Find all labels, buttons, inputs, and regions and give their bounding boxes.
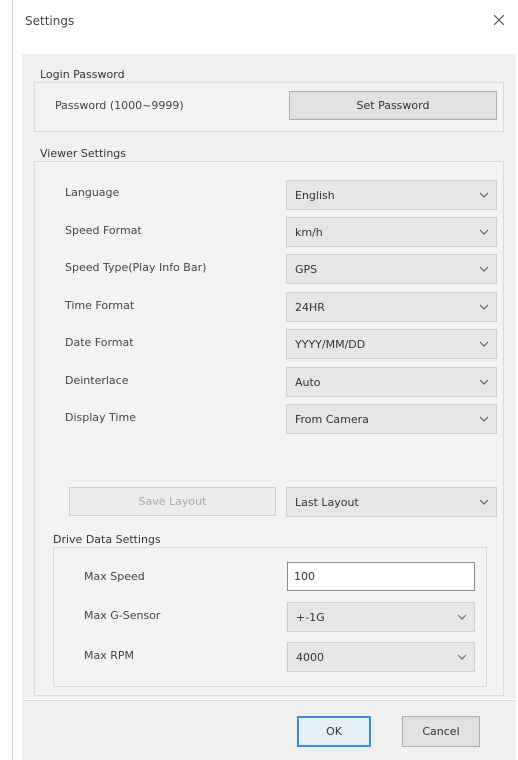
display-time-label: Display Time	[65, 411, 136, 424]
deinterlace-select[interactable]: Auto	[286, 367, 497, 397]
time-format-select[interactable]: 24HR	[286, 292, 497, 322]
date-format-select[interactable]: YYYY/MM/DD	[286, 329, 497, 359]
password-label: Password (1000~9999)	[55, 99, 184, 112]
language-select[interactable]: English	[286, 180, 497, 210]
deinterlace-label: Deinterlace	[65, 374, 129, 387]
max-rpm-label: Max RPM	[84, 649, 135, 662]
drive-data-section-title: Drive Data Settings	[53, 533, 161, 546]
ok-button[interactable]: OK	[297, 716, 371, 747]
chevron-down-icon	[479, 229, 489, 235]
time-format-label: Time Format	[65, 299, 135, 312]
chevron-down-icon	[457, 654, 467, 660]
viewer-settings-group: Language English Speed Format km/h Speed…	[34, 161, 504, 696]
chevron-down-icon	[457, 614, 467, 620]
max-rpm-select[interactable]: 4000	[287, 642, 475, 672]
cancel-button[interactable]: Cancel	[402, 716, 480, 747]
dialog-body: Login Password Password (1000~9999) Set …	[22, 54, 516, 699]
speed-format-select[interactable]: km/h	[286, 217, 497, 247]
chevron-down-icon	[479, 416, 489, 422]
max-speed-label: Max Speed	[84, 570, 145, 583]
language-label: Language	[65, 186, 120, 199]
close-button[interactable]	[488, 9, 510, 31]
speed-type-select[interactable]: GPS	[286, 254, 497, 284]
max-gsensor-select[interactable]: +-1G	[287, 602, 475, 632]
chevron-down-icon	[479, 304, 489, 310]
display-time-select[interactable]: From Camera	[286, 404, 497, 434]
dialog-title: Settings	[25, 14, 75, 28]
speed-format-label: Speed Format	[65, 224, 142, 237]
chevron-down-icon	[479, 499, 489, 505]
chevron-down-icon	[479, 266, 489, 272]
settings-dialog: Settings Login Password Password (1000~9…	[12, 0, 518, 760]
layout-value: Last Layout	[295, 496, 359, 509]
date-format-value: YYYY/MM/DD	[295, 338, 366, 351]
save-layout-button[interactable]: Save Layout	[69, 487, 276, 516]
title-bar: Settings	[13, 0, 518, 40]
display-time-value: From Camera	[295, 413, 369, 426]
login-password-section-title: Login Password	[40, 68, 125, 81]
set-password-button[interactable]: Set Password	[289, 91, 497, 120]
speed-type-value: GPS	[295, 263, 318, 276]
speed-type-label: Speed Type(Play Info Bar)	[65, 261, 207, 274]
close-icon	[493, 14, 505, 26]
max-gsensor-value: +-1G	[296, 611, 325, 624]
layout-select[interactable]: Last Layout	[286, 487, 497, 517]
language-value: English	[295, 189, 335, 202]
max-speed-input[interactable]	[288, 563, 474, 590]
time-format-value: 24HR	[295, 301, 325, 314]
speed-format-value: km/h	[295, 226, 323, 239]
date-format-label: Date Format	[65, 336, 134, 349]
chevron-down-icon	[479, 192, 489, 198]
max-rpm-value: 4000	[296, 651, 324, 664]
deinterlace-value: Auto	[295, 376, 321, 389]
max-gsensor-label: Max G-Sensor	[84, 609, 161, 622]
viewer-settings-section-title: Viewer Settings	[40, 147, 127, 160]
chevron-down-icon	[479, 341, 489, 347]
drive-data-group: Max Speed Max G-Sensor +-1G Max RPM 4000	[53, 547, 487, 687]
dialog-footer: OK Cancel	[22, 700, 516, 760]
max-speed-field[interactable]	[287, 562, 475, 591]
chevron-down-icon	[479, 379, 489, 385]
login-password-group: Password (1000~9999) Set Password	[34, 82, 504, 132]
